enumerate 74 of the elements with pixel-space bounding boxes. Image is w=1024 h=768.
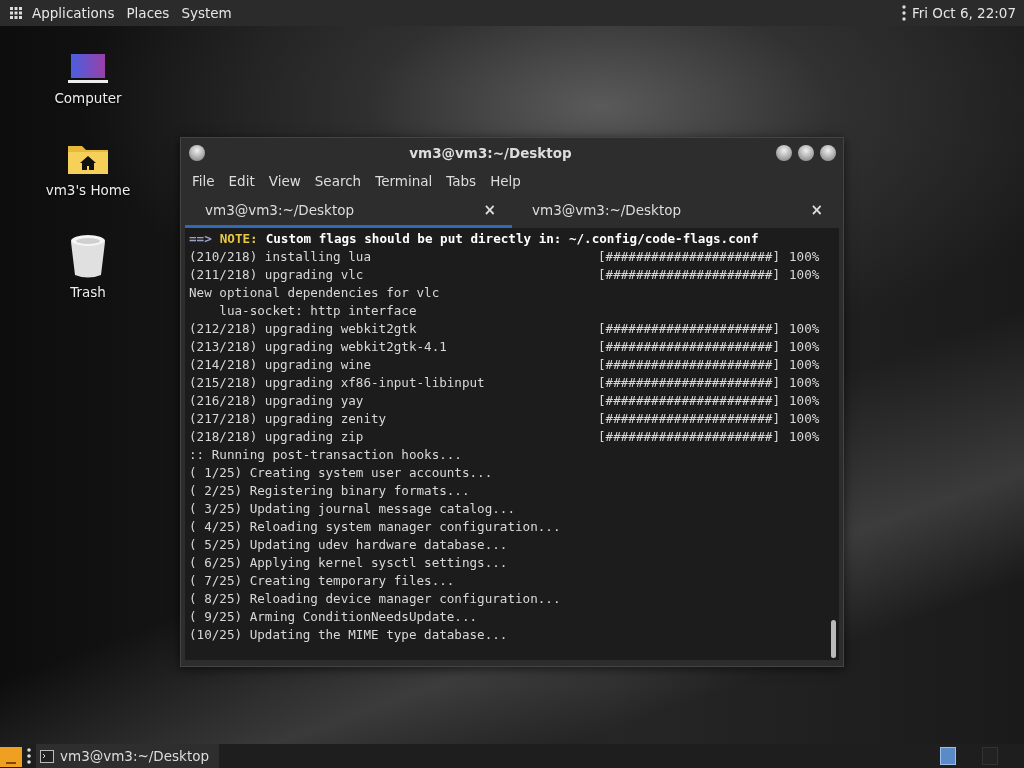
- apps-grid-icon[interactable]: [10, 7, 22, 19]
- desktop-icon-label[interactable]: Computer: [54, 90, 122, 106]
- menu-item[interactable]: Edit: [221, 171, 262, 191]
- output-line: (217/218) upgrading zenity: [189, 410, 388, 428]
- clock[interactable]: Fri Oct 6, 22:07: [911, 5, 1016, 21]
- panel-menu[interactable]: System: [175, 3, 238, 23]
- output-line: ( 2/25) Registering binary formats...: [189, 482, 470, 500]
- panel-menu[interactable]: Places: [120, 3, 176, 23]
- progress-bar-text: [######################]: [598, 356, 780, 374]
- menu-item[interactable]: View: [261, 171, 308, 191]
- output-line: ( 5/25) Updating udev hardware database...: [189, 536, 508, 554]
- output-line: ( 3/25) Updating journal message catalog...: [189, 500, 516, 518]
- output-line: :: Running post-transaction hooks...: [189, 446, 462, 464]
- output-line: (210/218) installing lua: [189, 248, 372, 266]
- output-line: (213/218) upgrading webkit2gtk-4.1: [189, 338, 448, 356]
- terminal-icon: [40, 749, 54, 763]
- laptop-icon: [66, 52, 110, 84]
- show-desktop-icon[interactable]: [0, 745, 22, 767]
- desktop-icon-label[interactable]: vm3's Home: [45, 182, 131, 198]
- window-menu-button[interactable]: [189, 145, 205, 161]
- panel-menu[interactable]: Applications: [26, 3, 121, 23]
- progress-bar-text: [######################]: [598, 320, 780, 338]
- close-button[interactable]: [820, 145, 836, 161]
- output-line: (216/218) upgrading yay: [189, 392, 365, 410]
- trash-icon: [69, 234, 107, 278]
- output-line: (212/218) upgrading webkit2gtk: [189, 320, 418, 338]
- output-line: ( 1/25) Creating system user accounts...: [189, 464, 493, 482]
- output-line: (10/25) Updating the MIME type database...: [189, 626, 508, 644]
- percent-text: 100%: [789, 392, 820, 410]
- output-line: ( 7/25) Creating temporary files...: [189, 572, 455, 590]
- percent-text: 100%: [789, 410, 820, 428]
- output-line: ( 8/25) Reloading device manager configuration...: [189, 590, 561, 608]
- output-line: Custom flags should be put directly in: ~/.config/code-flags.conf: [265, 230, 759, 248]
- handle-icon[interactable]: [24, 748, 34, 764]
- progress-bar-text: [######################]: [598, 338, 780, 356]
- menu-item[interactable]: Terminal: [368, 171, 440, 191]
- output-line: ( 9/25) Arming ConditionNeedsUpdate...: [189, 608, 478, 626]
- percent-text: 100%: [789, 356, 820, 374]
- menu-item[interactable]: Help: [483, 171, 528, 191]
- progress-bar-text: [######################]: [598, 248, 780, 266]
- minimize-button[interactable]: [776, 145, 792, 161]
- menu-item[interactable]: Tabs: [439, 171, 484, 191]
- output-line: (215/218) upgrading xf86-input-libinput: [189, 374, 486, 392]
- menu-item[interactable]: File: [185, 171, 222, 191]
- tab[interactable]: vm3@vm3:~/Desktop ×: [512, 194, 839, 228]
- progress-bar-text: [######################]: [598, 410, 780, 428]
- percent-text: 100%: [789, 266, 820, 284]
- prompt-arrow: ==>: [189, 230, 212, 248]
- percent-text: 100%: [789, 374, 820, 392]
- tab[interactable]: vm3@vm3:~/Desktop ×: [185, 194, 512, 228]
- window-title: vm3@vm3:~/Desktop: [408, 145, 573, 161]
- progress-bar-text: [######################]: [598, 266, 780, 284]
- percent-text: 100%: [789, 248, 820, 266]
- taskbar-button[interactable]: vm3@vm3:~/Desktop: [36, 744, 220, 768]
- progress-bar-text: [######################]: [598, 428, 780, 446]
- tab-close-button[interactable]: ×: [810, 200, 823, 219]
- output-line: (218/218) upgrading zip: [189, 428, 365, 446]
- progress-bar-text: [######################]: [598, 392, 780, 410]
- percent-text: 100%: [789, 320, 820, 338]
- output-line: (214/218) upgrading wine: [189, 356, 372, 374]
- maximize-button[interactable]: [798, 145, 814, 161]
- output-line: lua-socket: http interface: [218, 302, 417, 320]
- menu-item[interactable]: Search: [307, 171, 369, 191]
- more-icon[interactable]: [901, 5, 906, 21]
- output-line: New optional dependencies for vlc: [189, 284, 440, 302]
- output-line: ( 4/25) Reloading system manager configuration...: [189, 518, 561, 536]
- note-label: NOTE:: [219, 230, 258, 248]
- output-line: ( 6/25) Applying kernel sysctl settings...: [189, 554, 508, 572]
- percent-text: 100%: [789, 338, 820, 356]
- desktop-icon-label[interactable]: Trash: [70, 284, 106, 300]
- percent-text: 100%: [789, 428, 820, 446]
- tab-close-button[interactable]: ×: [483, 200, 496, 219]
- progress-bar-text: [######################]: [598, 374, 780, 392]
- output-line: (211/218) upgrading vlc: [189, 266, 365, 284]
